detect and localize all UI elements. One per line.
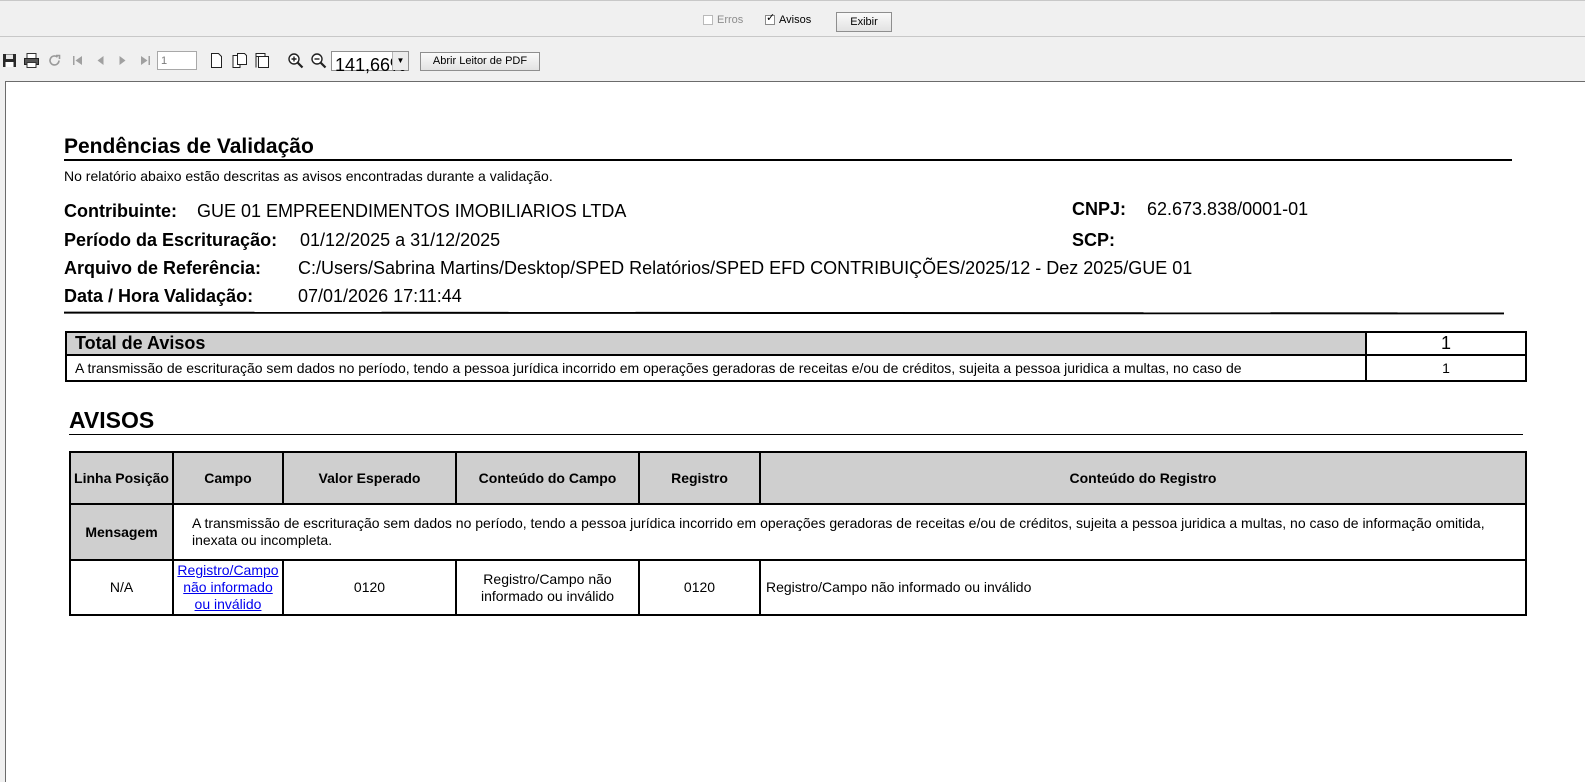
- cell-valor-esperado: 0120: [282, 559, 457, 616]
- title-divider: [64, 159, 1512, 161]
- scp-label: SCP:: [1072, 230, 1116, 250]
- totals-row-text: A transmissão de escrituração sem dados …: [65, 354, 1367, 382]
- avisos-title: AVISOS: [69, 407, 155, 433]
- refresh-icon[interactable]: [46, 52, 63, 69]
- cell-campo: Registro/Campo não informado ou inválido: [172, 559, 284, 616]
- col-header-conteudo-campo: Conteúdo do Campo: [455, 451, 640, 505]
- message-label: Mensagem: [69, 503, 174, 561]
- previous-page-icon[interactable]: [92, 52, 109, 69]
- cnpj-label: CNPJ:: [1072, 199, 1127, 219]
- report-subtitle: No relatório abaixo estão descritas as a…: [64, 168, 553, 184]
- chevron-down-icon[interactable]: ▼: [392, 52, 408, 70]
- save-icon[interactable]: [1, 52, 18, 69]
- col-header-conteudo-registro: Conteúdo do Registro: [759, 451, 1527, 505]
- last-page-icon[interactable]: [137, 52, 154, 69]
- report-title: Pendências de Validação: [64, 135, 314, 158]
- warnings-checkbox-label: Avisos: [779, 14, 812, 26]
- print-icon[interactable]: [23, 52, 40, 69]
- avisos-header-row: Linha Posição Campo Valor Esperado Conte…: [69, 451, 1527, 505]
- table-row: A transmissão de escrituração sem dados …: [65, 354, 1527, 382]
- errors-checkbox[interactable]: Erros: [703, 14, 743, 26]
- filter-bar: Erros ✓ Avisos Exibir: [0, 0, 1585, 37]
- totals-header-label: Total de Avisos: [65, 331, 1367, 356]
- col-header-linha: Linha Posição: [69, 451, 174, 505]
- warnings-checkbox-box[interactable]: ✓: [765, 12, 776, 25]
- totals-row-count: 1: [1365, 354, 1527, 382]
- cnpj-value: 62.673.838/0001-01: [1147, 199, 1309, 219]
- page-number-input[interactable]: [157, 51, 197, 70]
- single-page-icon[interactable]: [208, 52, 225, 69]
- totals-header-row: Total de Avisos 1: [65, 331, 1527, 356]
- totals-header-count: 1: [1365, 331, 1527, 356]
- periodo-label: Período da Escrituração:: [64, 230, 278, 250]
- col-header-valor-esperado: Valor Esperado: [282, 451, 457, 505]
- continuous-pages-icon[interactable]: [254, 52, 271, 69]
- zoom-out-icon[interactable]: [310, 52, 327, 69]
- col-header-registro: Registro: [638, 451, 761, 505]
- facing-pages-icon[interactable]: [231, 52, 248, 69]
- zoom-in-icon[interactable]: [287, 52, 304, 69]
- open-pdf-reader-button[interactable]: Abrir Leitor de PDF: [420, 52, 540, 71]
- warnings-checkbox[interactable]: ✓ Avisos: [765, 12, 812, 26]
- col-header-campo: Campo: [172, 451, 284, 505]
- contribuinte-value: GUE 01 EMPREENDIMENTOS IMOBILIARIOS LTDA: [197, 201, 627, 221]
- avisos-divider: [69, 434, 1523, 435]
- totals-table: Total de Avisos 1 A transmissão de escri…: [65, 331, 1527, 382]
- next-page-icon[interactable]: [114, 52, 131, 69]
- campo-link[interactable]: Registro/Campo não informado ou inválido: [177, 562, 278, 612]
- datahora-value: 07/01/2026 17:11:44: [298, 286, 462, 306]
- errors-checkbox-box[interactable]: [703, 15, 713, 25]
- cell-linha: N/A: [69, 559, 174, 616]
- datahora-label: Data / Hora Validação:: [64, 286, 254, 306]
- message-row: Mensagem A transmissão de escrituração s…: [69, 503, 1527, 561]
- cell-conteudo-registro: Registro/Campo não informado ou inválido: [759, 559, 1527, 616]
- cell-registro: 0120: [638, 559, 761, 616]
- contribuinte-label: Contribuinte:: [64, 201, 177, 221]
- errors-checkbox-label: Erros: [717, 14, 744, 26]
- cell-conteudo-campo: Registro/Campo não informado ou inválido: [455, 559, 640, 616]
- arquivo-label: Arquivo de Referência:: [64, 258, 262, 278]
- table-row: N/A Registro/Campo não informado ou invá…: [69, 559, 1527, 616]
- first-page-icon[interactable]: [69, 52, 86, 69]
- check-icon: ✓: [766, 12, 776, 24]
- viewer-toolbar: 141,66% ▼ Abrir Leitor de PDF: [0, 37, 1585, 75]
- show-button[interactable]: Exibir: [836, 12, 892, 32]
- periodo-value: 01/12/2025 a 31/12/2025: [300, 230, 501, 250]
- avisos-table: Linha Posição Campo Valor Esperado Conte…: [69, 451, 1527, 616]
- header-divider: [63, 311, 1505, 315]
- zoom-select[interactable]: 141,66% ▼: [331, 51, 409, 75]
- arquivo-value: C:/Users/Sabrina Martins/Desktop/SPED Re…: [298, 258, 1193, 278]
- message-text: A transmissão de escrituração sem dados …: [172, 503, 1527, 561]
- document-viewport[interactable]: Pendências de Validação No relatório aba…: [5, 81, 1585, 782]
